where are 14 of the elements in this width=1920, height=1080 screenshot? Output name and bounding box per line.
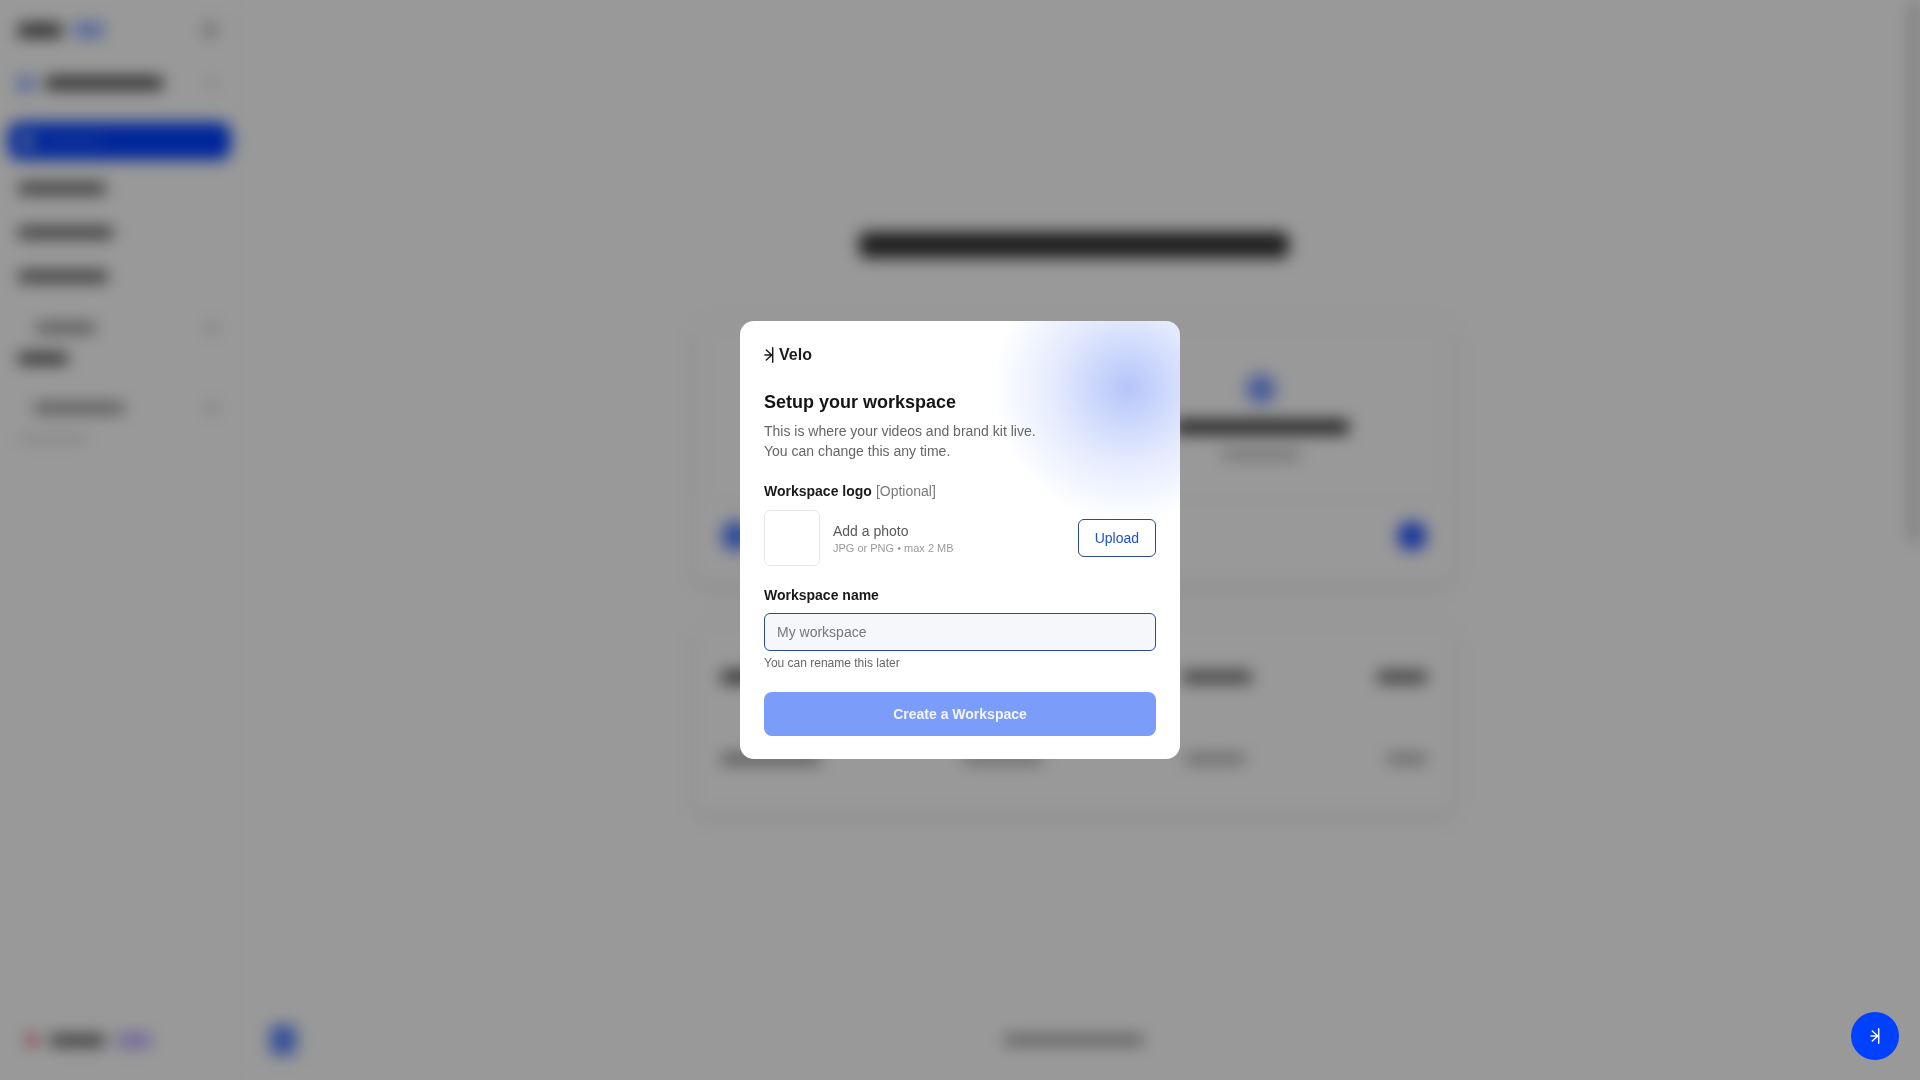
arrow-to-bar-icon	[764, 345, 775, 365]
workspace-name-input[interactable]: My workspace	[764, 613, 1156, 651]
field-label: Workspace name	[764, 586, 879, 605]
logo-placeholder	[764, 510, 820, 566]
photo-prompt: Add a photo	[833, 521, 909, 540]
dialog-title: Setup your workspace	[764, 391, 957, 414]
arrow-to-bar-icon	[1869, 1027, 1881, 1045]
optional-tag: [Optional]	[875, 481, 936, 501]
field-label: Workspace logo	[764, 482, 872, 501]
dialog-description: This is where your videos and brand kit live. You can change this any time.	[764, 422, 1036, 461]
brand-name: Velo	[779, 345, 812, 365]
file-hint: JPG or PNG • max 2 MB	[833, 540, 954, 555]
helper-text: You can rename this later	[764, 655, 900, 671]
upload-button[interactable]: Upload	[1077, 519, 1156, 557]
